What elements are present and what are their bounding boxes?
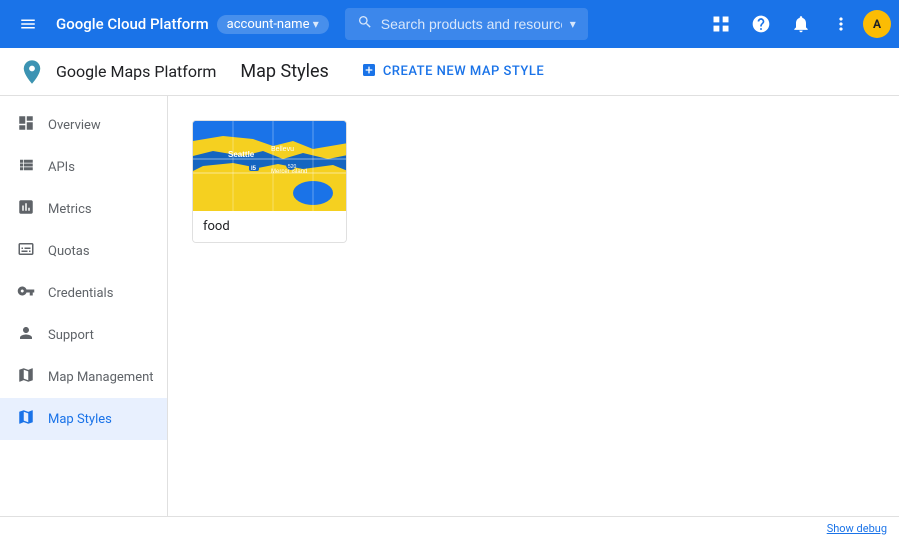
quotas-icon bbox=[16, 240, 36, 262]
search-bar: ▾ bbox=[345, 8, 588, 40]
sidebar-item-support[interactable]: Support bbox=[0, 314, 167, 356]
create-icon bbox=[361, 62, 377, 82]
sidebar-item-credentials[interactable]: Credentials bbox=[0, 272, 167, 314]
avatar[interactable]: A bbox=[863, 10, 891, 38]
sidebar: Overview APIs Metrics Quotas Credentials bbox=[0, 96, 168, 516]
sidebar-item-overview[interactable]: Overview bbox=[0, 104, 167, 146]
sidebar-quotas-label: Quotas bbox=[48, 244, 90, 259]
sidebar-metrics-label: Metrics bbox=[48, 202, 92, 217]
map-styles-icon bbox=[16, 408, 36, 430]
map-management-icon bbox=[16, 366, 36, 388]
create-new-map-style-button[interactable]: CREATE NEW MAP STYLE bbox=[353, 56, 552, 88]
topbar-icons: A bbox=[703, 6, 891, 42]
topbar-account[interactable]: account-name ▾ bbox=[217, 15, 329, 34]
overview-icon bbox=[16, 114, 36, 136]
account-dropdown-arrow: ▾ bbox=[313, 17, 319, 31]
svg-text:I5: I5 bbox=[251, 166, 257, 172]
grid-icon-btn[interactable] bbox=[703, 6, 739, 42]
help-icon-btn[interactable] bbox=[743, 6, 779, 42]
main-layout: Overview APIs Metrics Quotas Credentials bbox=[0, 96, 899, 516]
apis-icon bbox=[16, 156, 36, 178]
sidebar-map-styles-label: Map Styles bbox=[48, 412, 112, 427]
svg-text:Bellevu: Bellevu bbox=[271, 146, 294, 153]
content-area: Seattle Bellevu Mercer Island I5 520 foo… bbox=[168, 96, 899, 516]
svg-text:Seattle: Seattle bbox=[228, 150, 255, 159]
bottom-bar: Show debug bbox=[0, 516, 899, 540]
sidebar-item-map-management[interactable]: Map Management bbox=[0, 356, 167, 398]
map-style-food-label: food bbox=[193, 211, 346, 242]
sidebar-credentials-label: Credentials bbox=[48, 286, 113, 301]
support-icon bbox=[16, 324, 36, 346]
bell-icon-btn[interactable] bbox=[783, 6, 819, 42]
metrics-icon bbox=[16, 198, 36, 220]
sidebar-apis-label: APIs bbox=[48, 160, 75, 175]
menu-icon[interactable] bbox=[8, 4, 48, 44]
credentials-icon bbox=[16, 282, 36, 304]
topbar-title: Google Cloud Platform bbox=[56, 15, 209, 33]
subheader: Google Maps Platform Map Styles CREATE N… bbox=[0, 48, 899, 96]
topbar: Google Cloud Platform account-name ▾ ▾ A bbox=[0, 0, 899, 48]
sidebar-item-apis[interactable]: APIs bbox=[0, 146, 167, 188]
sidebar-overview-label: Overview bbox=[48, 118, 101, 133]
search-dropdown-arrow[interactable]: ▾ bbox=[570, 17, 576, 31]
map-preview-food: Seattle Bellevu Mercer Island I5 520 bbox=[193, 121, 347, 211]
map-style-card-food[interactable]: Seattle Bellevu Mercer Island I5 520 foo… bbox=[192, 120, 347, 243]
svg-text:520: 520 bbox=[288, 164, 297, 170]
search-input[interactable] bbox=[381, 16, 562, 32]
more-icon-btn[interactable] bbox=[823, 6, 859, 42]
search-icon bbox=[357, 14, 373, 34]
sidebar-support-label: Support bbox=[48, 328, 94, 343]
show-debug-link[interactable]: Show debug bbox=[827, 522, 887, 535]
sidebar-item-metrics[interactable]: Metrics bbox=[0, 188, 167, 230]
create-button-label: CREATE NEW MAP STYLE bbox=[383, 64, 544, 79]
sidebar-item-quotas[interactable]: Quotas bbox=[0, 230, 167, 272]
sidebar-map-management-label: Map Management bbox=[48, 370, 154, 385]
page-title: Map Styles bbox=[240, 61, 328, 82]
product-title: Google Maps Platform bbox=[56, 62, 216, 81]
sidebar-item-map-styles[interactable]: Map Styles bbox=[0, 398, 167, 440]
maps-logo bbox=[16, 56, 48, 88]
